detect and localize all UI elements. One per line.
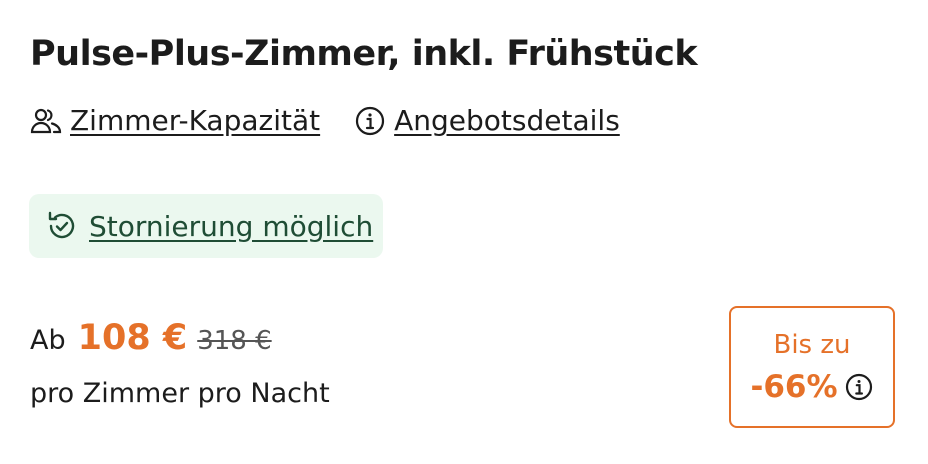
room-links: Zimmer-Kapazität Angebotsdetails: [30, 104, 620, 137]
cancellation-label: Stornierung möglich: [89, 209, 374, 243]
capacity-link[interactable]: Zimmer-Kapazität: [30, 104, 320, 137]
current-price: 108 €: [77, 318, 188, 358]
discount-value: -66%: [750, 368, 838, 405]
capacity-link-label: Zimmer-Kapazität: [70, 104, 321, 137]
people-icon: [30, 108, 62, 133]
discount-badge: Bis zu -66%: [729, 306, 895, 428]
discount-label: Bis zu: [773, 329, 851, 360]
price-unit: pro Zimmer pro Nacht: [30, 378, 330, 409]
discount-value-row: -66%: [750, 368, 874, 405]
room-title: Pulse-Plus-Zimmer, inkl. Frühstück: [30, 34, 698, 74]
refresh-check-icon: [48, 211, 75, 239]
price-prefix: Ab: [30, 325, 66, 356]
price-row: Ab 108 € 318 €: [30, 318, 272, 358]
info-icon[interactable]: [844, 372, 874, 402]
original-price: 318 €: [197, 326, 272, 356]
offer-details-link-label: Angebotsdetails: [394, 104, 620, 137]
cancellation-badge[interactable]: Stornierung möglich: [29, 194, 383, 258]
offer-details-link[interactable]: Angebotsdetails: [354, 104, 620, 137]
info-icon: [356, 106, 385, 135]
